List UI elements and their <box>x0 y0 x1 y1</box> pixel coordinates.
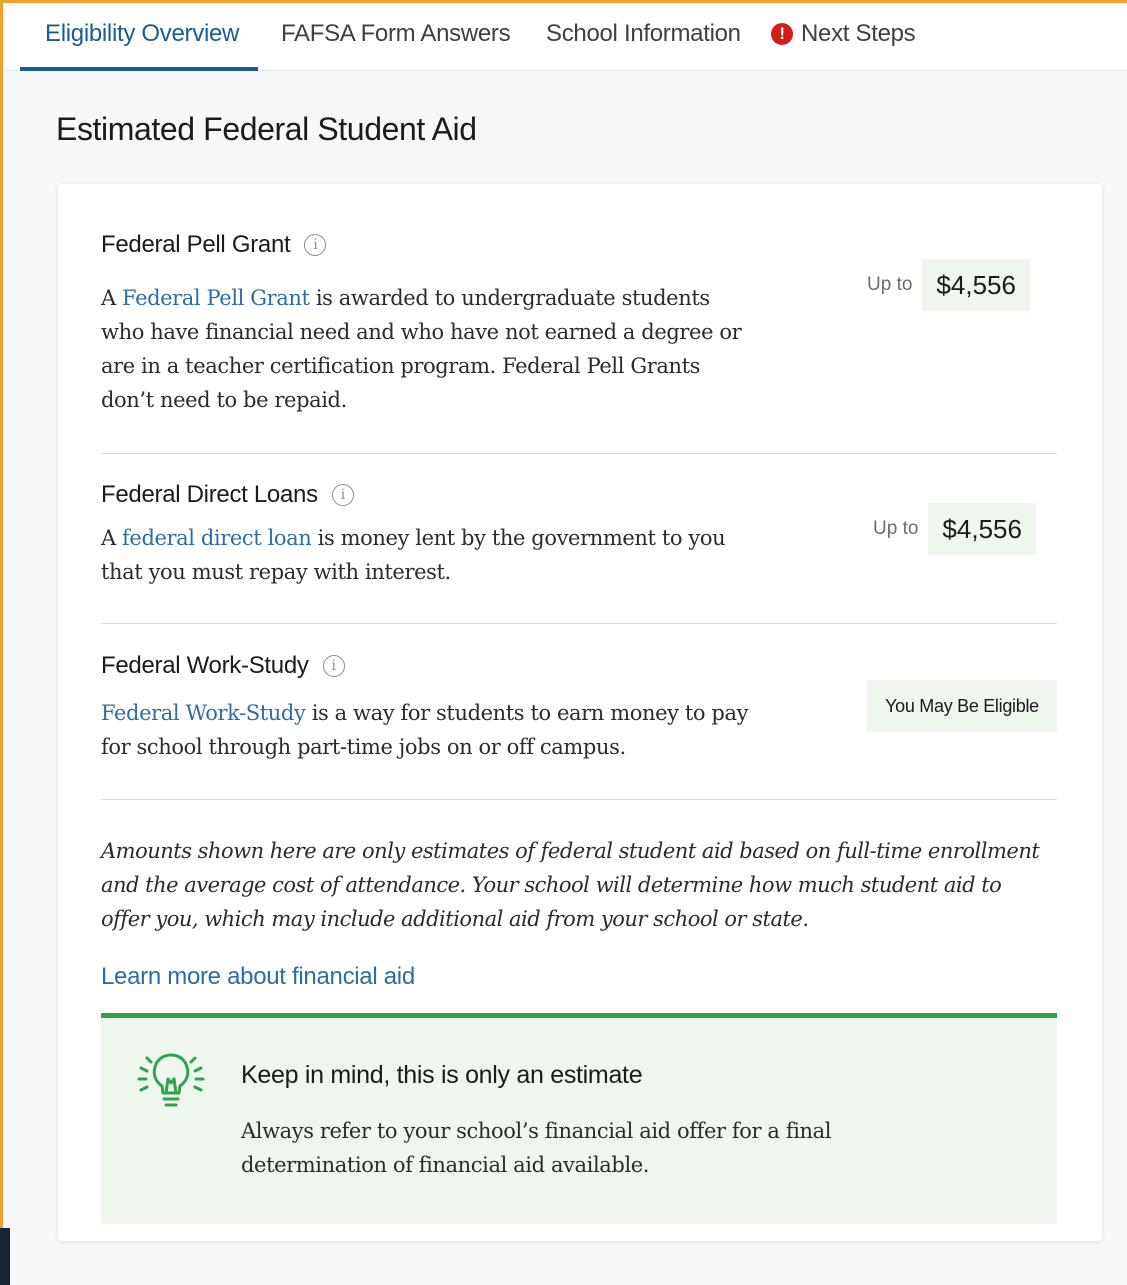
pell-grant-link[interactable]: Federal Pell Grant <box>122 286 310 310</box>
federal-work-study-link[interactable]: Federal Work-Study <box>101 701 306 725</box>
pell-grant-description: A Federal Pell Grant is awarded to under… <box>101 281 751 417</box>
page-frame: Eligibility Overview FAFSA Form Answers … <box>0 0 1127 1285</box>
tab-fafsa-form-answers[interactable]: FAFSA Form Answers <box>281 16 511 58</box>
callout-title: Keep in mind, this is only an estimate <box>241 1061 643 1089</box>
learn-more-link[interactable]: Learn more about financial aid <box>101 961 415 993</box>
pell-grant-title: Federal Pell Grant <box>101 231 291 258</box>
direct-loans-amount: Up to $4,556 <box>873 503 1036 555</box>
direct-loans-title: Federal Direct Loans <box>101 481 318 508</box>
info-icon[interactable]: i <box>322 655 345 677</box>
loans-up-to-label: Up to <box>873 518 919 539</box>
active-tab-indicator <box>20 67 258 71</box>
tab-eligibility-overview[interactable]: Eligibility Overview <box>45 16 239 58</box>
estimate-callout: Keep in mind, this is only an estimate A… <box>101 1013 1057 1224</box>
tab-next-steps-label: Next Steps <box>801 20 916 47</box>
divider <box>101 799 1057 800</box>
pell-up-to-label: Up to <box>867 274 913 295</box>
alert-circle-icon: ! <box>771 23 793 45</box>
direct-loans-section: Federal Direct Loans i <box>101 479 354 511</box>
pell-desc-prefix: A <box>101 286 123 310</box>
divider <box>101 453 1057 454</box>
tab-next-steps[interactable]: ! Next Steps <box>771 16 916 58</box>
window-edge <box>0 1228 10 1285</box>
info-icon[interactable]: i <box>304 234 327 256</box>
pell-amount-value: $4,556 <box>922 259 1030 311</box>
tab-bar: Eligibility Overview FAFSA Form Answers … <box>6 6 1127 71</box>
tab-school-information[interactable]: School Information <box>546 16 741 58</box>
work-study-title: Federal Work-Study <box>101 652 309 679</box>
info-icon[interactable]: i <box>331 484 354 506</box>
work-study-description: Federal Work-Study is a way for students… <box>101 696 751 764</box>
divider <box>101 623 1057 624</box>
loans-desc-prefix: A <box>101 526 123 550</box>
direct-loans-description: A federal direct loan is money lent by t… <box>101 521 741 589</box>
pell-grant-amount: Up to $4,556 <box>867 259 1030 311</box>
callout-text: Always refer to your school’s financial … <box>241 1119 832 1177</box>
estimate-disclaimer: Amounts shown here are only estimates of… <box>101 839 1040 931</box>
loans-amount-value: $4,556 <box>928 503 1036 555</box>
lightbulb-icon <box>137 1053 205 1107</box>
page-title: Estimated Federal Student Aid <box>56 111 477 147</box>
federal-direct-loan-link[interactable]: federal direct loan <box>122 526 312 550</box>
pell-grant-section: Federal Pell Grant i <box>101 229 327 261</box>
eligibility-status-badge: You May Be Eligible <box>867 680 1057 732</box>
work-study-section: Federal Work-Study i <box>101 650 345 682</box>
